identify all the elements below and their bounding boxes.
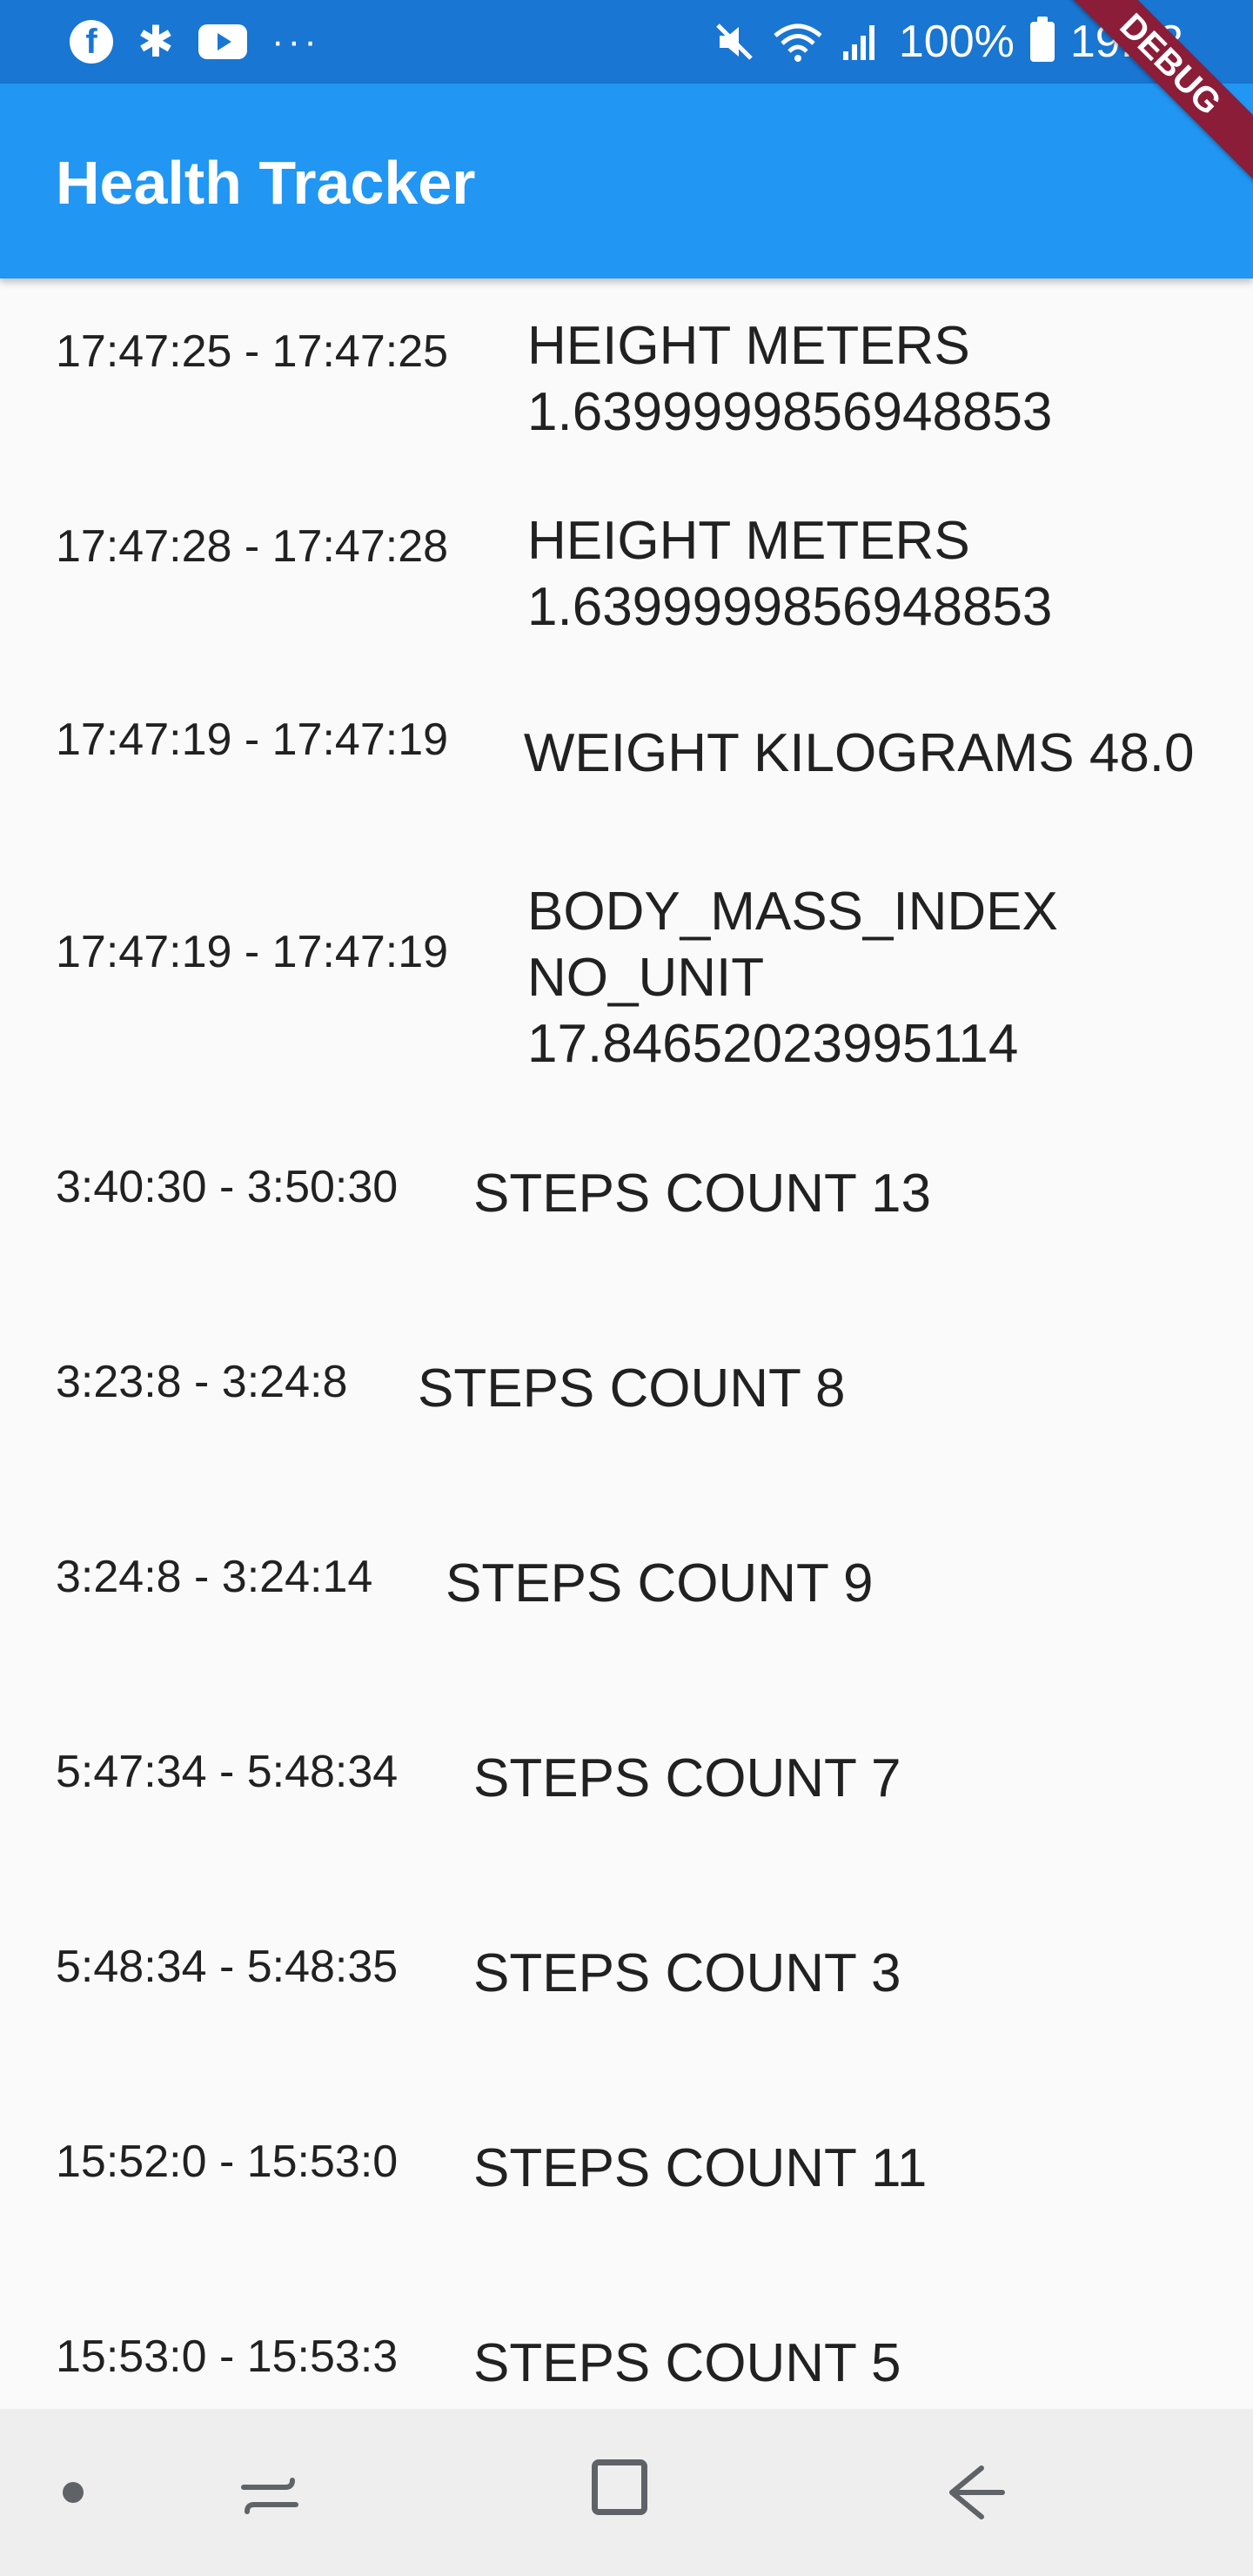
time-range: 3:24:8 - 3:24:14 [56,1552,373,1602]
metric-value: STEPS COUNT 9 [446,1553,874,1613]
recents-icon[interactable] [235,2461,305,2531]
metric-value: STEPS COUNT 5 [473,2333,901,2393]
metric-value: STEPS COUNT 13 [473,1164,932,1224]
health-data-list[interactable]: 17:47:25 - 17:47:25 HEIGHT METERS 1.6399… [0,278,1253,2409]
metric-value: STEPS COUNT 7 [473,1748,901,1808]
time-range: 17:47:19 - 17:47:19 [56,714,449,765]
time-range: 15:52:0 - 15:53:0 [56,2137,399,2187]
metric-value: WEIGHT KILOGRAMS 48.0 [523,723,1195,783]
time-range: 15:53:0 - 15:53:3 [56,2331,399,2382]
flower-icon: ✱ [137,17,174,66]
wifi-icon [774,23,822,62]
home-icon[interactable] [592,2459,647,2515]
time-range: 17:47:25 - 17:47:25 [56,326,449,377]
list-item: 5:47:34 - 5:48:34 STEPS COUNT 7 [56,1734,1197,1812]
time-range: 3:23:8 - 3:24:8 [56,1357,348,1407]
dot-icon[interactable] [63,2482,84,2503]
metric-value: BODY_MASS_INDEX NO_UNIT 17.8465202399511… [527,882,1058,1074]
list-item: 3:23:8 - 3:24:8 STEPS COUNT 8 [56,1344,1197,1422]
metric-value: STEPS COUNT 8 [418,1358,846,1419]
list-item: 17:47:28 - 17:47:28 HEIGHT METERS 1.6399… [56,508,1197,641]
signal-icon [842,25,874,60]
status-bar: f ✱ ··· 100% 19:43 [0,0,1253,84]
battery-icon [1029,17,1055,62]
list-item: 3:24:8 - 3:24:14 STEPS COUNT 9 [56,1539,1197,1617]
app-bar: Health Tracker [0,84,1253,278]
list-item: 15:52:0 - 15:53:0 STEPS COUNT 11 [56,2123,1197,2202]
time-range: 17:47:28 - 17:47:28 [56,521,449,572]
list-item: 17:47:19 - 17:47:19 WEIGHT KILOGRAMS 48.… [56,701,1197,787]
time-range: 3:40:30 - 3:50:30 [56,1162,399,1212]
list-item: 3:40:30 - 3:50:30 STEPS COUNT 13 [56,1149,1197,1227]
youtube-icon [198,24,247,59]
metric-value: HEIGHT METERS 1.6399999856948853 [527,316,1053,442]
list-item: 17:47:19 - 17:47:19 BODY_MASS_INDEX NO_U… [56,879,1197,1077]
metric-value: HEIGHT METERS 1.6399999856948853 [527,511,1053,637]
metric-value: STEPS COUNT 3 [473,1943,901,2003]
battery-percent: 100% [898,17,1015,67]
facebook-icon: f [70,20,113,64]
time-range: 5:48:34 - 5:48:35 [56,1942,399,1992]
more-icon: ··· [271,20,320,63]
list-item: 15:53:0 - 15:53:3 STEPS COUNT 5 [56,2318,1197,2397]
time-range: 5:47:34 - 5:48:34 [56,1747,399,1797]
metric-value: STEPS COUNT 11 [473,2138,928,2198]
list-item: 5:48:34 - 5:48:35 STEPS COUNT 3 [56,1929,1197,2007]
status-left-icons: f ✱ ··· [70,0,320,84]
mute-icon [716,23,753,60]
app-title: Health Tracker [56,149,476,217]
time-range: 17:47:19 - 17:47:19 [56,927,449,977]
system-nav-bar [0,2409,1253,2576]
back-icon[interactable] [940,2458,1009,2527]
list-item: 17:47:25 - 17:47:25 HEIGHT METERS 1.6399… [56,313,1197,446]
